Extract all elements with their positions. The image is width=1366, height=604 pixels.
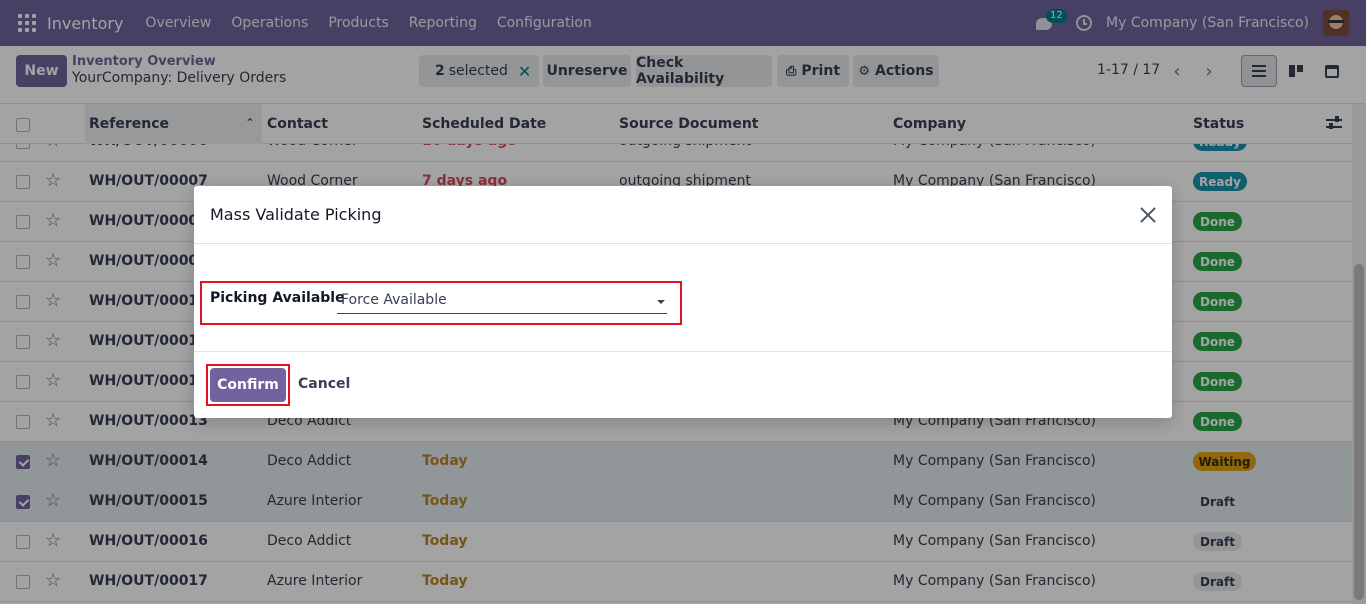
confirm-button[interactable]: Confirm — [210, 368, 286, 402]
picking-available-value: Force Available — [341, 292, 447, 308]
dialog-header: Mass Validate Picking — [194, 186, 1172, 244]
close-icon[interactable] — [1139, 206, 1157, 224]
cancel-button[interactable]: Cancel — [298, 376, 350, 392]
picking-available-select[interactable]: Force Available — [337, 290, 667, 314]
mass-validate-dialog: Mass Validate Picking Picking Available … — [194, 186, 1172, 418]
dialog-body: Picking Available Force Available — [194, 244, 1172, 352]
dialog-title: Mass Validate Picking — [210, 205, 382, 224]
picking-available-label: Picking Available — [210, 290, 345, 306]
caret-down-icon — [657, 300, 665, 304]
